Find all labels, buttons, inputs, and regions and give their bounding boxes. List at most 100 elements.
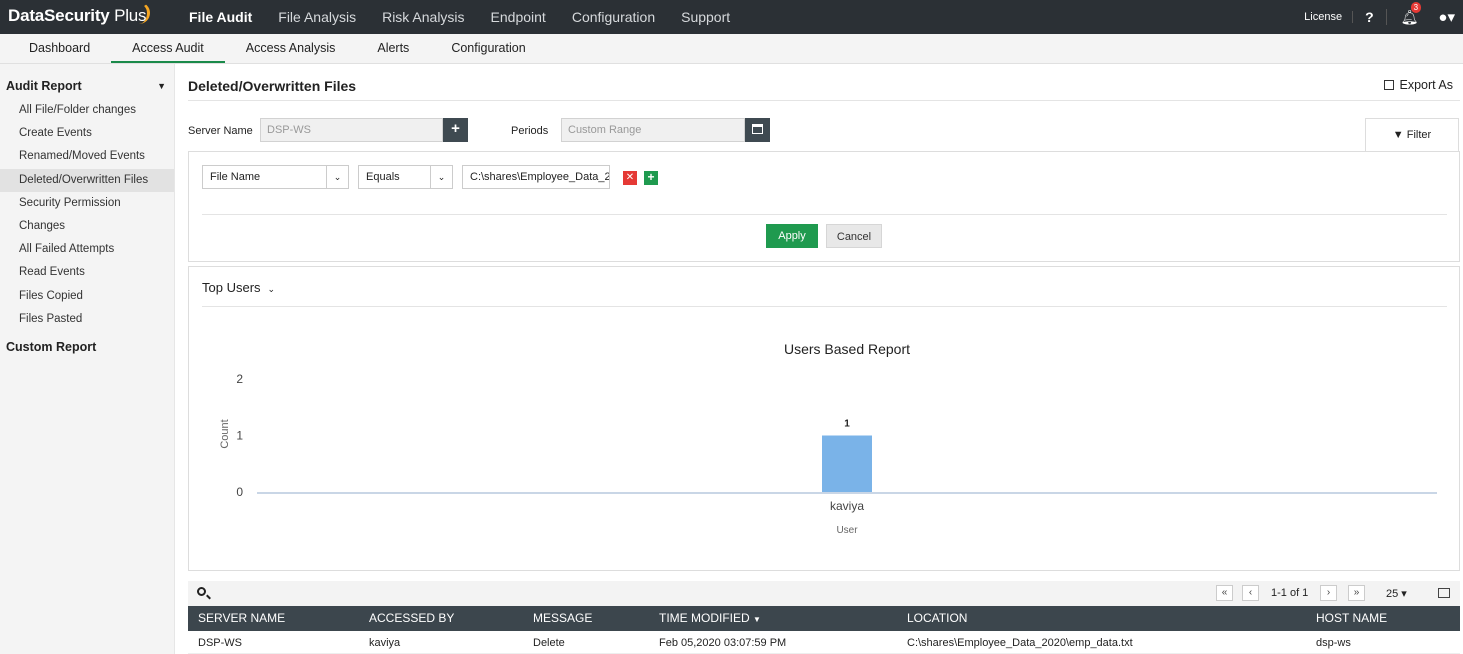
main-nav: File Audit File Analysis Risk Analysis E… bbox=[176, 0, 743, 34]
cell-time-modified: Feb 05,2020 03:07:59 PM bbox=[659, 637, 787, 649]
calendar-button[interactable] bbox=[745, 118, 770, 142]
top-users-dropdown[interactable]: Top Users ⌄ bbox=[202, 280, 275, 295]
add-filter-button[interactable]: + bbox=[644, 171, 658, 185]
next-page-button[interactable]: › bbox=[1320, 585, 1337, 601]
sidebar-item-renamed-moved[interactable]: Renamed/Moved Events bbox=[0, 145, 174, 168]
data-label: 1 bbox=[844, 419, 850, 430]
sidebar-item-deleted-overwritten[interactable]: Deleted/Overwritten Files bbox=[0, 168, 174, 192]
apply-button[interactable]: Apply bbox=[766, 224, 818, 248]
cell-accessed-by: kaviya bbox=[369, 637, 401, 649]
chart-y-axis-label: Count bbox=[219, 419, 231, 448]
sidebar-item-files-copied[interactable]: Files Copied bbox=[0, 285, 174, 308]
server-name-label: Server Name bbox=[188, 125, 253, 137]
table-header: SERVER NAME ACCESSED BY MESSAGE TIME MOD… bbox=[188, 606, 1460, 631]
export-label: Export As bbox=[1399, 78, 1454, 92]
nav-file-audit[interactable]: File Audit bbox=[176, 0, 265, 34]
periods-field[interactable]: Custom Range bbox=[561, 118, 745, 142]
remove-filter-button[interactable]: ✕ bbox=[623, 171, 637, 185]
server-name-field[interactable]: DSP-WS bbox=[260, 118, 443, 142]
y-tick-label: 1 bbox=[236, 429, 243, 443]
sort-desc-icon: ▼ bbox=[753, 615, 761, 624]
tab-dashboard[interactable]: Dashboard bbox=[0, 34, 111, 63]
sidebar-item-read-events[interactable]: Read Events bbox=[0, 261, 174, 284]
table-row[interactable]: DSP-WS kaviya Delete Feb 05,2020 03:07:5… bbox=[188, 631, 1460, 654]
top-users-label: Top Users bbox=[202, 280, 261, 295]
divider bbox=[202, 214, 1447, 215]
per-page-select[interactable]: 25 ▾ bbox=[1386, 587, 1407, 600]
filter-value-input[interactable]: C:\shares\Employee_Data_2020\emp_data.tx… bbox=[462, 165, 610, 189]
column-chooser-icon[interactable] bbox=[1438, 588, 1450, 598]
col-time-modified[interactable]: TIME MODIFIED ▼ bbox=[659, 606, 761, 632]
prev-page-button[interactable]: ‹ bbox=[1242, 585, 1259, 601]
nav-risk-analysis[interactable]: Risk Analysis bbox=[369, 0, 477, 34]
sidebar-item-create-events[interactable]: Create Events bbox=[0, 122, 174, 145]
sidebar-item-security-permission[interactable]: Security Permission Changes bbox=[0, 192, 174, 238]
filter-field-select[interactable]: File Name ⌄ bbox=[202, 165, 349, 189]
logo-arc-icon bbox=[136, 2, 150, 24]
filter-operator-select[interactable]: Equals ⌄ bbox=[358, 165, 453, 189]
top-bar: DataSecurity Plus File Audit File Analys… bbox=[0, 0, 1463, 34]
sub-nav: Dashboard Access Audit Access Analysis A… bbox=[0, 34, 1463, 64]
y-tick-label: 0 bbox=[236, 485, 243, 499]
chart-x-axis-label: User bbox=[836, 525, 858, 536]
filter-operator-value: Equals bbox=[366, 171, 400, 183]
sidebar: Audit Report ▼ All File/Folder changes C… bbox=[0, 64, 175, 654]
filter-tab-label: Filter bbox=[1406, 129, 1432, 141]
divider bbox=[188, 100, 1460, 101]
col-host-name[interactable]: HOST NAME bbox=[1316, 606, 1387, 631]
tab-access-audit[interactable]: Access Audit bbox=[111, 34, 225, 63]
nav-file-analysis[interactable]: File Analysis bbox=[265, 0, 369, 34]
nav-configuration[interactable]: Configuration bbox=[559, 0, 668, 34]
logo-text: DataSecurity bbox=[8, 6, 110, 25]
chart-title: Users Based Report bbox=[784, 341, 910, 357]
col-time-modified-label: TIME MODIFIED bbox=[659, 611, 750, 625]
filter-field-value: File Name bbox=[210, 171, 261, 183]
first-page-button[interactable]: « bbox=[1216, 585, 1233, 601]
page-title: Deleted/Overwritten Files bbox=[188, 78, 357, 94]
chevron-down-icon: ⌄ bbox=[430, 166, 452, 188]
sidebar-item-failed-attempts[interactable]: All Failed Attempts bbox=[0, 238, 174, 261]
tab-alerts[interactable]: Alerts bbox=[356, 34, 430, 63]
cell-location: C:\shares\Employee_Data_2020\emp_data.tx… bbox=[907, 637, 1133, 649]
notification-bell-icon[interactable]: 🔔︎ 3 bbox=[1387, 1, 1433, 26]
export-icon bbox=[1383, 80, 1394, 90]
per-page-value: 25 bbox=[1386, 588, 1399, 600]
add-server-button[interactable]: + bbox=[443, 118, 468, 142]
col-message[interactable]: MESSAGE bbox=[533, 606, 592, 631]
help-icon[interactable]: ? bbox=[1353, 9, 1387, 25]
filter-tab[interactable]: ▼ Filter bbox=[1365, 118, 1459, 152]
user-account-icon[interactable]: ●▾ bbox=[1432, 8, 1463, 26]
filter-panel: File Name ⌄ Equals ⌄ C:\shares\Employee_… bbox=[188, 151, 1460, 262]
nav-endpoint[interactable]: Endpoint bbox=[478, 0, 559, 34]
export-button[interactable]: Export As bbox=[1383, 78, 1454, 92]
cancel-button[interactable]: Cancel bbox=[826, 224, 882, 248]
caret-down-icon: ▼ bbox=[157, 81, 166, 91]
users-bar-chart: Users Based Report Count User 0 1 2 1 kaviya bbox=[219, 341, 1437, 536]
col-accessed-by[interactable]: ACCESSED BY bbox=[369, 606, 454, 631]
col-location[interactable]: LOCATION bbox=[907, 606, 967, 631]
notification-badge: 3 bbox=[1410, 1, 1422, 13]
product-logo[interactable]: DataSecurity Plus bbox=[8, 6, 147, 26]
license-link[interactable]: License bbox=[1294, 11, 1354, 23]
bar bbox=[822, 435, 872, 492]
sidebar-heading-audit-report[interactable]: Audit Report ▼ bbox=[0, 64, 174, 99]
sidebar-heading-custom-report[interactable]: Custom Report bbox=[0, 331, 174, 363]
cell-host-name: dsp-ws bbox=[1316, 637, 1351, 649]
funnel-icon: ▼ bbox=[1392, 129, 1404, 141]
col-server-name[interactable]: SERVER NAME bbox=[198, 606, 285, 631]
tab-access-analysis[interactable]: Access Analysis bbox=[225, 34, 357, 63]
pagination-text: 1-1 of 1 bbox=[1271, 587, 1309, 599]
chart-panel: Top Users ⌄ Users Based Report Count User… bbox=[188, 266, 1460, 571]
table-toolbar: « ‹ 1-1 of 1 › » 25 ▾ bbox=[188, 581, 1460, 606]
x-tick-label: kaviya bbox=[830, 499, 864, 513]
sidebar-item-all-changes[interactable]: All File/Folder changes bbox=[0, 99, 174, 122]
cell-server-name: DSP-WS bbox=[198, 637, 242, 649]
sidebar-item-files-pasted[interactable]: Files Pasted bbox=[0, 308, 174, 331]
nav-support[interactable]: Support bbox=[668, 0, 743, 34]
last-page-button[interactable]: » bbox=[1348, 585, 1365, 601]
main-content: Deleted/Overwritten Files Export As Serv… bbox=[175, 64, 1463, 654]
periods-label: Periods bbox=[511, 125, 549, 137]
search-icon[interactable] bbox=[197, 587, 206, 596]
y-tick-label: 2 bbox=[236, 372, 243, 386]
tab-configuration[interactable]: Configuration bbox=[430, 34, 546, 63]
